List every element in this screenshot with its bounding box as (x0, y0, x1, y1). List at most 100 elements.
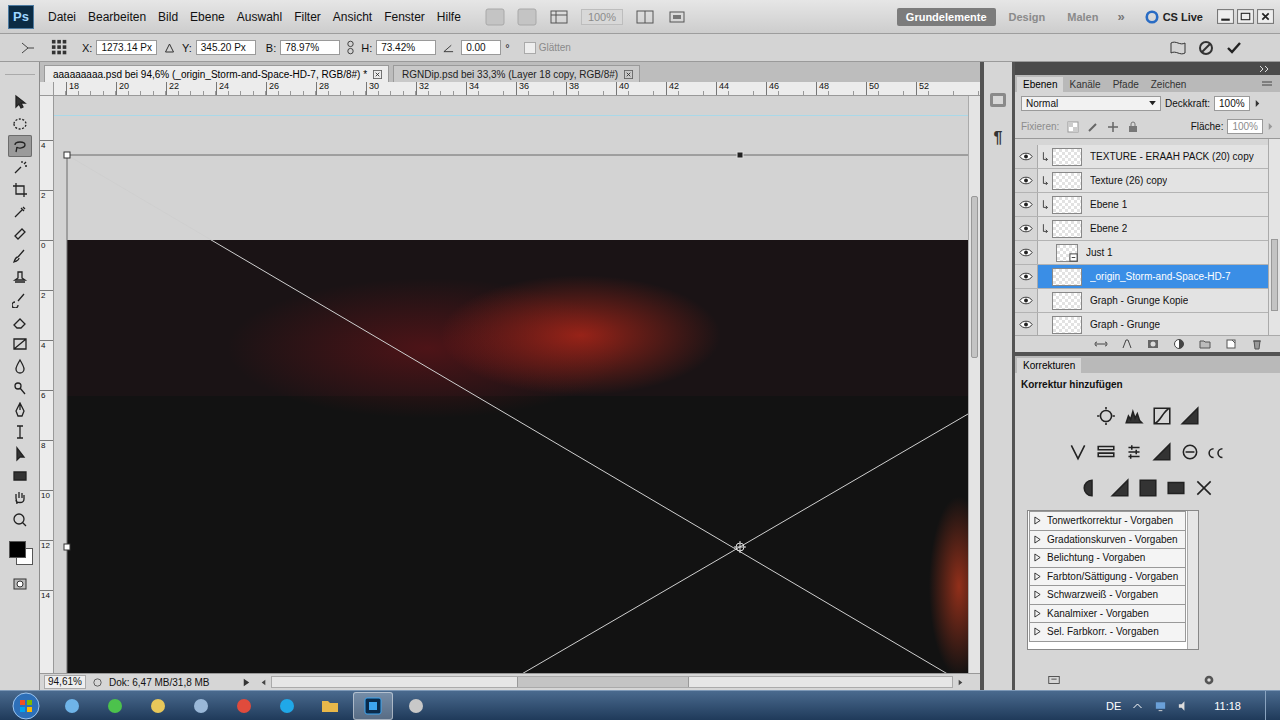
tool-button[interactable] (8, 443, 32, 465)
tool-button[interactable] (8, 421, 32, 443)
vertical-ruler[interactable]: 4202468101214 (40, 96, 54, 673)
tool-preset-icon[interactable] (18, 39, 38, 57)
tool-button[interactable] (8, 113, 32, 135)
collapsed-triangle-icon[interactable] (1034, 609, 1041, 618)
adjustment-layer-icon[interactable] (1172, 338, 1186, 350)
expanded-view-icon[interactable] (1202, 674, 1216, 686)
document-tab[interactable]: RGNDip.psd bei 33,3% (Layer 18 copy, RGB… (393, 65, 640, 82)
warp-icon[interactable] (1168, 39, 1188, 57)
panel-tab[interactable]: Ebenen (1017, 77, 1063, 92)
tool-button[interactable] (8, 245, 32, 267)
layer-name[interactable]: Ebene 2 (1090, 223, 1127, 234)
tool-button[interactable] (8, 223, 32, 245)
close-tab-icon[interactable] (624, 70, 633, 79)
preset-row[interactable]: Schwarzweiß - Vorgaben (1029, 585, 1186, 605)
collapsed-triangle-icon[interactable] (1034, 627, 1041, 636)
show-hidden-icons-icon[interactable] (1131, 700, 1144, 712)
invert-icon[interactable] (1082, 478, 1102, 498)
black-white-icon[interactable] (1152, 442, 1172, 462)
layer-row[interactable]: Just 1 (1015, 241, 1268, 265)
more-workspaces-button[interactable]: » (1111, 9, 1130, 24)
layer-row[interactable]: Graph - Grunge Kopie (1015, 289, 1268, 313)
x-field[interactable]: 1273.14 Px (96, 40, 157, 55)
layers-scrollbar[interactable] (1268, 139, 1280, 335)
collapsed-triangle-icon[interactable] (1034, 553, 1041, 562)
blend-mode-dropdown[interactable]: Normal (1021, 96, 1161, 111)
vibrance-icon[interactable] (1068, 442, 1088, 462)
layer-mask-icon[interactable] (1146, 338, 1160, 350)
zoom-dropdown[interactable]: 100% (581, 9, 623, 25)
commit-transform-icon[interactable] (1224, 39, 1244, 57)
foreground-color-swatch[interactable] (9, 541, 26, 558)
tool-button[interactable] (8, 465, 32, 487)
visibility-toggle[interactable] (1015, 193, 1038, 216)
menu-item[interactable]: Fenster (384, 10, 425, 24)
layer-name[interactable]: Graph - Grunge (1090, 319, 1160, 330)
menu-item[interactable]: Bearbeiten (88, 10, 146, 24)
tool-button[interactable] (8, 509, 32, 531)
layer-row[interactable]: Texture (26) copy (1015, 169, 1268, 193)
tools-panel-grip[interactable] (5, 64, 35, 75)
document-tab[interactable]: aaaaaaaaa.psd bei 94,6% (_origin_Storm-a… (44, 65, 389, 82)
collapsed-triangle-icon[interactable] (1034, 535, 1041, 544)
relative-position-icon[interactable] (164, 43, 175, 53)
tool-button[interactable] (8, 289, 32, 311)
fill-field[interactable]: 100% (1227, 119, 1263, 134)
gradient-map-icon[interactable] (1166, 478, 1186, 498)
brightness-icon[interactable] (1096, 406, 1116, 426)
collapse-icon[interactable] (1258, 65, 1272, 73)
tool-button[interactable] (8, 267, 32, 289)
visibility-toggle[interactable] (1015, 217, 1038, 240)
layer-name[interactable]: TEXTURE - ERAAH PACK (20) copy (1090, 151, 1254, 162)
visibility-toggle[interactable] (1015, 241, 1038, 264)
visibility-toggle[interactable] (1015, 289, 1038, 312)
posterize-icon[interactable] (1110, 478, 1130, 498)
taskbar-button[interactable] (267, 692, 307, 720)
tool-button[interactable] (8, 377, 32, 399)
clip-to-layer-icon[interactable] (1047, 674, 1061, 686)
antialias-checkbox[interactable]: Glätten (524, 42, 571, 54)
layer-row[interactable]: TEXTURE - ERAAH PACK (20) copy (1015, 145, 1268, 169)
workspace-button[interactable]: Design (1000, 8, 1055, 26)
new-layer-icon[interactable] (1224, 338, 1238, 350)
horizontal-ruler[interactable]: 182022242628303234363840424446485052 (54, 82, 980, 96)
clock[interactable]: 11:18 (1214, 700, 1241, 712)
preset-row[interactable]: Sel. Farbkorr. - Vorgaben (1029, 622, 1186, 642)
taskbar-button[interactable] (52, 692, 92, 720)
close-icon[interactable] (1257, 9, 1274, 24)
link-icon[interactable] (346, 40, 355, 55)
menu-item[interactable]: Datei (48, 10, 76, 24)
layer-style-icon[interactable] (1120, 338, 1134, 350)
tool-button[interactable] (8, 201, 32, 223)
preset-row[interactable]: Belichtung - Vorgaben (1029, 548, 1186, 568)
minimize-icon[interactable] (1217, 9, 1234, 24)
close-tab-icon[interactable] (373, 70, 382, 79)
preset-row[interactable]: Tonwertkorrektur - Vorgaben (1029, 511, 1186, 531)
vertical-scrollbar[interactable] (968, 96, 980, 673)
photo-filter-icon[interactable] (1180, 442, 1200, 462)
panel-tab[interactable]: Pfade (1107, 77, 1145, 92)
selective-color-icon[interactable] (1194, 478, 1214, 498)
preset-row[interactable]: Gradationskurven - Vorgaben (1029, 530, 1186, 550)
visibility-toggle[interactable] (1015, 265, 1038, 288)
storm-and-space-image[interactable] (67, 240, 968, 673)
scroll-thumb[interactable] (971, 196, 978, 358)
tool-button[interactable] (8, 179, 32, 201)
tool-button[interactable] (8, 91, 32, 113)
antialias-box[interactable] (524, 42, 536, 54)
layer-row[interactable]: Graph - Grunge (1015, 313, 1268, 335)
scroll-thumb[interactable] (1271, 239, 1278, 311)
channel-mixer-icon[interactable] (1208, 442, 1228, 462)
height-field[interactable]: 73.42% (376, 40, 436, 55)
menu-item[interactable]: Ebene (190, 10, 225, 24)
menu-item[interactable]: Ansicht (333, 10, 372, 24)
workspace-button[interactable]: Grundelemente (897, 8, 996, 26)
volume-icon[interactable] (1177, 700, 1190, 712)
taskbar-button[interactable] (310, 692, 350, 720)
tool-button[interactable] (8, 487, 32, 509)
taskbar-button[interactable] (138, 692, 178, 720)
layer-row[interactable]: Ebene 2 (1015, 217, 1268, 241)
canvas[interactable] (54, 96, 968, 673)
layer-name[interactable]: Texture (26) copy (1090, 175, 1167, 186)
layer-name[interactable]: _origin_Storm-and-Space-HD-7 (1090, 271, 1231, 282)
